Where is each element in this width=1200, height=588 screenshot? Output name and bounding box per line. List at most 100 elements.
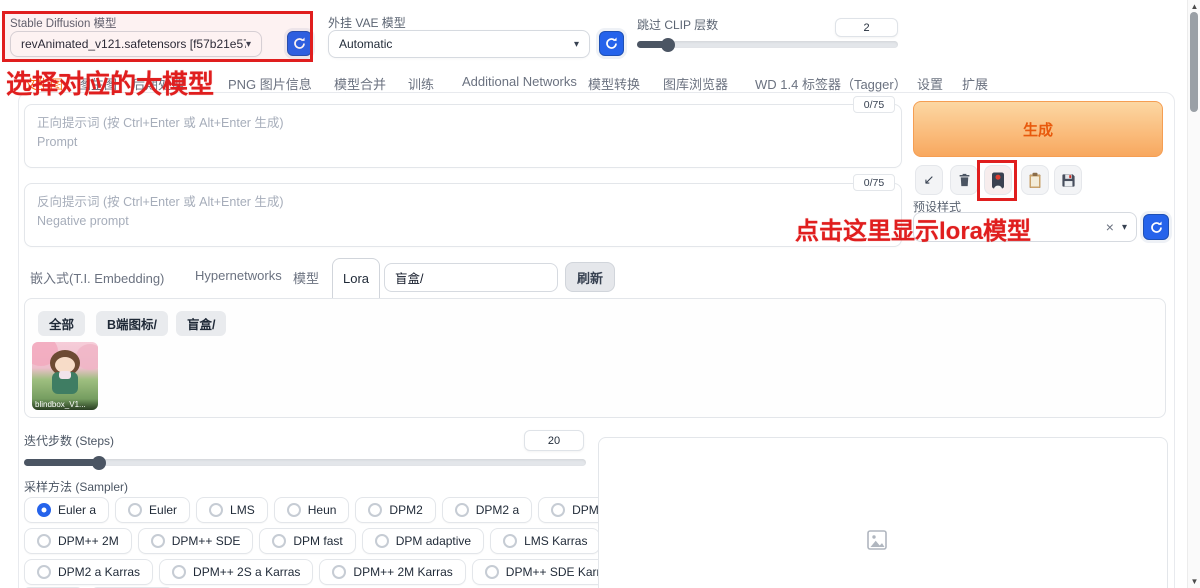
extra-networks-refresh-button[interactable]: 刷新 [565, 262, 615, 292]
sampler-option[interactable]: DPM2 a Karras [24, 559, 153, 585]
prompt-placeholder-line1: 正向提示词 (按 Ctrl+Enter 或 Alt+Enter 生成) [37, 114, 889, 133]
sampler-option-label: DPM++ 2S a Karras [193, 565, 300, 579]
generate-button[interactable]: 生成 [913, 101, 1163, 157]
sampler-option[interactable]: DPM++ SDE [138, 528, 254, 554]
steps-value[interactable]: 20 [524, 430, 584, 451]
clipboard-icon [1028, 172, 1042, 189]
clip-skip-value[interactable]: 2 [835, 18, 898, 37]
sampler-option-label: DPM fast [293, 534, 342, 548]
steps-label: 迭代步数 (Steps) [24, 432, 114, 449]
en-tab-embedding[interactable]: 嵌入式(T.I. Embedding) [30, 268, 164, 287]
clip-skip-slider[interactable] [637, 41, 898, 48]
sampler-option[interactable]: Heun [274, 497, 350, 523]
sampler-option[interactable]: Euler a [24, 497, 109, 523]
slider-knob[interactable] [92, 456, 106, 470]
radio-icon [503, 534, 517, 548]
sampler-option[interactable]: LMS [196, 497, 268, 523]
negative-placeholder-line1: 反向提示词 (按 Ctrl+Enter 或 Alt+Enter 生成) [37, 193, 889, 212]
prompt-placeholder-line2: Prompt [37, 133, 889, 152]
sampler-option-label: Euler [149, 503, 177, 517]
radio-icon [455, 503, 469, 517]
floppy-disk-icon [1061, 173, 1076, 188]
radio-icon [375, 534, 389, 548]
sampler-option[interactable]: Euler [115, 497, 190, 523]
sampler-option[interactable]: DPM++ 2S a Karras [159, 559, 313, 585]
sampler-option-label: DPM++ 2M [58, 534, 119, 548]
sampler-option[interactable]: DPM adaptive [362, 528, 484, 554]
radio-icon [128, 503, 142, 517]
radio-icon [287, 503, 301, 517]
radio-icon [368, 503, 382, 517]
tab-checkpoint-merger[interactable]: 模型合并 [334, 74, 386, 93]
sampler-option-label: DPM2 a [476, 503, 519, 517]
sampler-option-label: Heun [308, 503, 337, 517]
tab-image-browser[interactable]: 图库浏览器 [663, 74, 728, 93]
sampler-option[interactable]: DPM++ 2M Karras [319, 559, 465, 585]
sampler-option-label: LMS Karras [524, 534, 587, 548]
clip-skip-label: 跳过 CLIP 层数 [637, 16, 718, 33]
tab-train[interactable]: 训练 [408, 74, 434, 93]
tab-png-info[interactable]: PNG 图片信息 [228, 74, 312, 93]
sampler-option-label: Euler a [58, 503, 96, 517]
slider-knob[interactable] [661, 38, 675, 52]
radio-icon [485, 565, 499, 579]
vae-label: 外挂 VAE 模型 [328, 14, 406, 31]
radio-icon [172, 565, 186, 579]
scroll-up-icon[interactable]: ▲ [1188, 2, 1200, 11]
sampler-option-label: DPM adaptive [396, 534, 471, 548]
steps-slider[interactable] [24, 459, 586, 466]
save-style-button[interactable] [1054, 165, 1082, 195]
negative-placeholder-line2: Negative prompt [37, 212, 889, 231]
refresh-icon [604, 36, 619, 51]
radio-icon [551, 503, 565, 517]
clear-prompt-button[interactable] [950, 165, 978, 195]
sampler-option[interactable]: DPM fast [259, 528, 355, 554]
filter-blindbox[interactable]: 盲盒/ [176, 311, 226, 336]
stable-diffusion-webui: Stable Diffusion 模型 revAnimated_v121.saf… [0, 0, 1200, 588]
scroll-down-icon[interactable]: ▼ [1188, 577, 1200, 586]
tab-tagger[interactable]: WD 1.4 标签器（Tagger） [755, 74, 907, 93]
styles-refresh-button[interactable] [1143, 214, 1169, 240]
lora-annotation-box [977, 160, 1017, 201]
sampler-option[interactable]: LMS Karras [490, 528, 600, 554]
sampler-option-label: DPM2 a Karras [58, 565, 140, 579]
prompt-input[interactable]: 正向提示词 (按 Ctrl+Enter 或 Alt+Enter 生成) Prom… [24, 104, 902, 168]
thumb-art [59, 371, 71, 379]
sampler-option[interactable]: DPM++ 2M [24, 528, 132, 554]
vae-refresh-button[interactable] [599, 31, 624, 56]
clear-icon[interactable]: × [1106, 220, 1114, 234]
radio-icon [209, 503, 223, 517]
en-tab-hypernetworks[interactable]: Hypernetworks [195, 268, 282, 283]
image-placeholder-icon [865, 528, 889, 552]
scrollbar-thumb[interactable] [1190, 12, 1198, 112]
lora-card-name: blindbox_V1... [32, 399, 98, 410]
expand-arrow-button[interactable]: ↙ [915, 165, 943, 195]
extra-networks-search-input[interactable]: 盲盒/ [384, 263, 558, 292]
page-scrollbar[interactable]: ▲ ▼ [1187, 0, 1200, 588]
refresh-icon [1149, 220, 1164, 235]
chevron-down-icon: ▾ [1122, 222, 1127, 233]
en-tab-checkpoints[interactable]: 模型 [293, 268, 319, 287]
tab-extensions[interactable]: 扩展 [962, 74, 988, 93]
tab-additional-networks[interactable]: Additional Networks [462, 74, 577, 89]
radio-icon [272, 534, 286, 548]
sampler-option-label: DPM++ 2M Karras [353, 565, 452, 579]
radio-icon [37, 534, 51, 548]
tab-model-convert[interactable]: 模型转换 [588, 74, 640, 93]
sampler-row-1: Euler a Euler LMS Heun DPM2 DPM2 a DPM++… [24, 497, 654, 523]
lora-card-blindbox[interactable]: blindbox_V1... [32, 342, 98, 410]
en-tab-lora[interactable]: Lora [332, 258, 380, 298]
sampler-option[interactable]: DPM2 a [442, 497, 532, 523]
negative-prompt-input[interactable]: 反向提示词 (按 Ctrl+Enter 或 Alt+Enter 生成) Nega… [24, 183, 902, 247]
radio-icon [332, 565, 346, 579]
model-annotation-box [2, 11, 313, 62]
radio-icon [151, 534, 165, 548]
apply-style-button[interactable] [1021, 165, 1049, 195]
vae-dropdown[interactable]: Automatic ▾ [328, 30, 590, 58]
negative-token-counter: 0/75 [853, 174, 895, 191]
sampler-option[interactable]: DPM2 [355, 497, 435, 523]
vae-value: Automatic [339, 37, 392, 51]
filter-b-icons[interactable]: B端图标/ [96, 311, 168, 336]
tab-settings[interactable]: 设置 [917, 74, 943, 93]
filter-all[interactable]: 全部 [38, 311, 85, 336]
